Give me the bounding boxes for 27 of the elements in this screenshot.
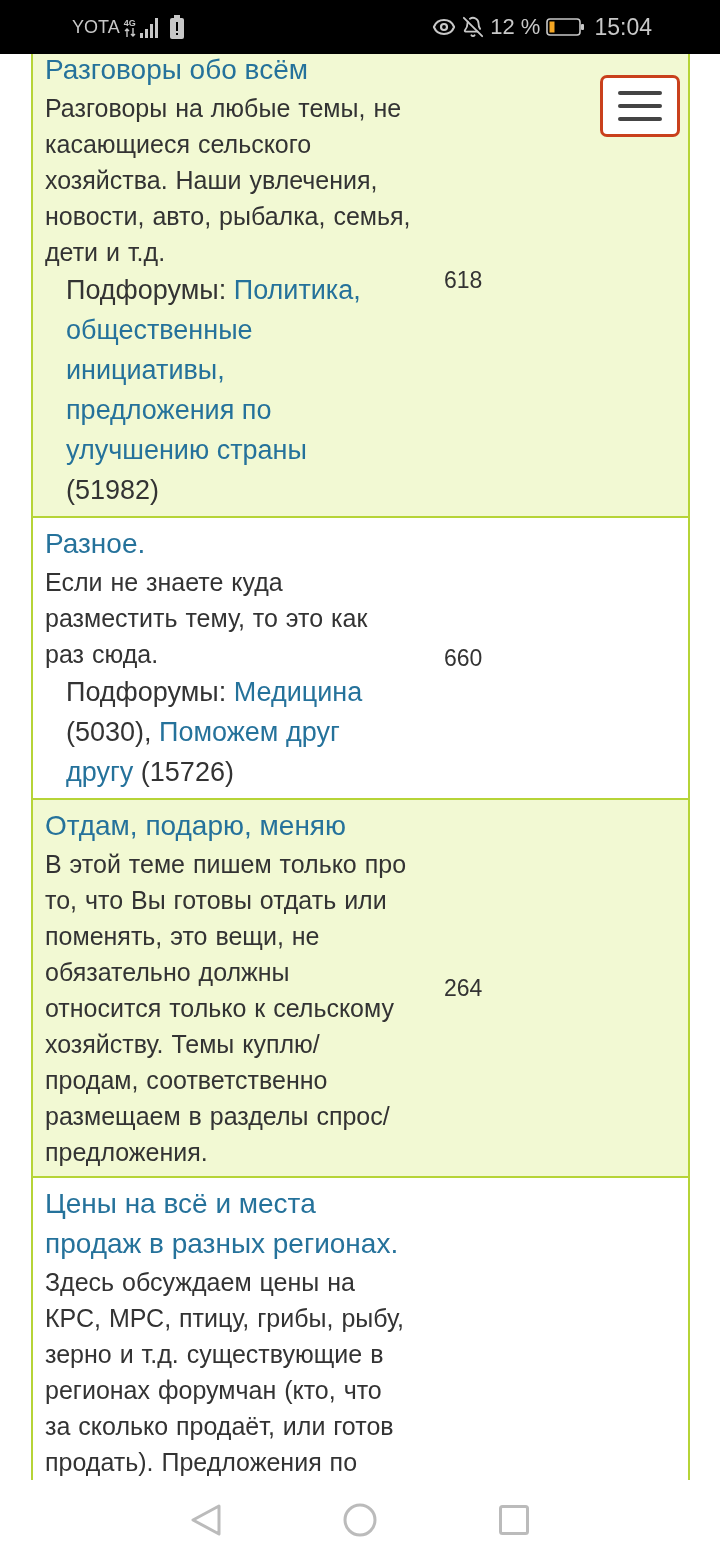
forum-description: Здесь обсуждаем цены на КРС, МРС, птицу, грибы, рыбу, зерно и т.д. существующие в регионах форумчан (кто, что за сколько продаёт, или готов продать). Предложения по [45,1267,405,1478]
forum-description: В этой теме пишем только про то, что Вы готовы отдать или поменять, это вещи, не обязательно должны относится только к сельскому хозяйству. Темы куплю/продам, соответственно размещаем в разделы спрос/предложения. [45,849,408,1168]
carrier-name: YOTA [72,18,120,36]
battery-icon [546,18,585,36]
battery-alert-icon [169,15,184,39]
subforum-list[interactable]: Подфорумы: Политика, общественные инициативы, предложения по улучшению страны (51982) [45,270,413,510]
data-arrows-icon [123,27,136,37]
forum-description: Разговоры на любые темы, не касающиеся сельского хозяйства. Наши увлечения, новости, авто, рыбалка, семья, дети и т.д. [45,93,412,268]
clock: 15:04 [594,15,652,39]
network-type: 4G [123,17,136,28]
forum-title-link[interactable]: Отдам, подарю, меняю [45,806,413,846]
topic-count: 264 [444,973,483,1003]
recents-icon[interactable] [499,1505,529,1535]
home-icon[interactable] [343,1503,377,1537]
forum-title-link[interactable]: Цены на всё и места продаж в разных регионах. [45,1184,413,1264]
forum-description: Если не знаете куда разместить тему, то это как раз сюда. [45,567,369,670]
bell-off-icon [462,16,485,38]
back-icon[interactable] [191,1504,221,1536]
menu-icon [618,91,662,121]
signal-icon [139,16,160,38]
topic-count: 618 [444,265,483,295]
menu-button[interactable] [600,75,680,137]
subforum-list[interactable]: Подфорумы: Медицина (5030), Поможем друг другу (15726) [45,672,413,792]
topic-count: 660 [444,643,483,673]
forum-title-link[interactable]: Разное. [45,524,413,564]
forum-title-link[interactable]: Разговоры обо всём [45,54,413,90]
battery-percent: 12 % [490,16,541,38]
